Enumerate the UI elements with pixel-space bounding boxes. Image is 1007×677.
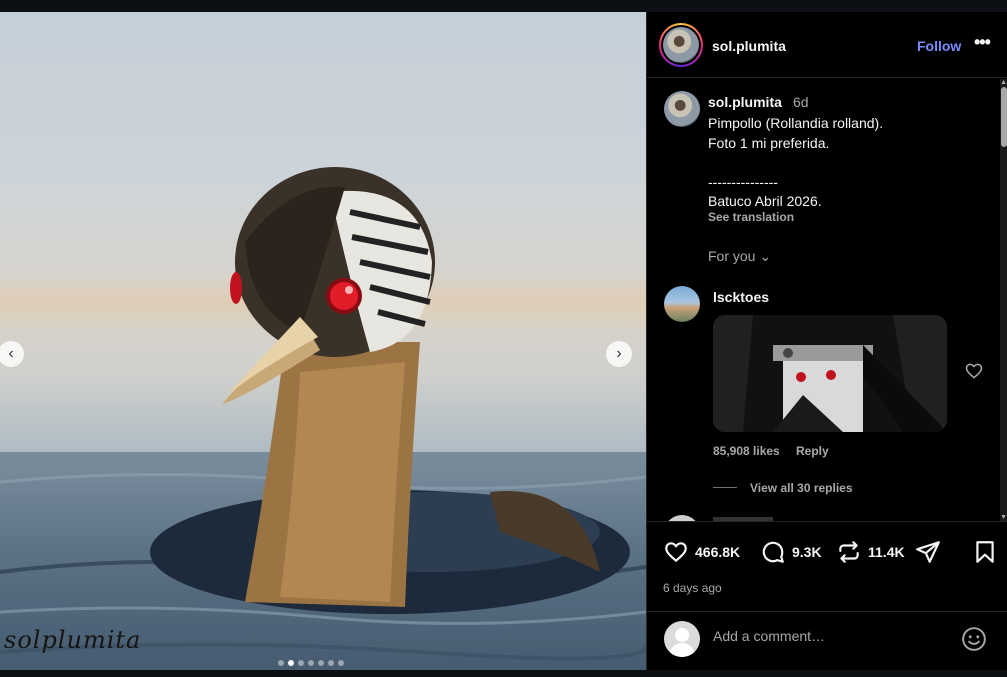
current-user-avatar bbox=[664, 621, 700, 657]
photo-watermark: solplumita bbox=[4, 626, 142, 654]
smiley-icon[interactable] bbox=[961, 626, 987, 652]
caption-username[interactable]: sol.plumita bbox=[708, 94, 782, 110]
scroll-up-icon[interactable]: ▲ bbox=[1000, 79, 1007, 86]
carousel-dot[interactable] bbox=[298, 660, 304, 666]
caption-line: Pimpollo (Rollandia rolland). bbox=[708, 115, 884, 131]
heart-icon bbox=[665, 542, 687, 563]
carousel-dot[interactable] bbox=[308, 660, 314, 666]
carousel-dot[interactable] bbox=[328, 660, 334, 666]
commenter-avatar[interactable] bbox=[664, 286, 700, 322]
share-button[interactable] bbox=[915, 539, 941, 565]
see-translation-link[interactable]: See translation bbox=[708, 210, 794, 224]
caption-time: 6d bbox=[793, 94, 809, 110]
caption-line: --------------- bbox=[708, 174, 778, 190]
comment-count: 9.3K bbox=[792, 544, 822, 560]
add-comment-bar bbox=[647, 611, 1007, 670]
author-username[interactable]: sol.plumita bbox=[712, 38, 786, 54]
post-actions: 466.8K 9.3K 11.4K 6 days ago bbox=[647, 521, 1007, 611]
comment-gif[interactable] bbox=[713, 315, 947, 432]
save-button[interactable] bbox=[972, 539, 998, 565]
bottom-strip bbox=[0, 670, 1007, 677]
bird-photo bbox=[0, 167, 646, 670]
more-options-icon[interactable]: ••• bbox=[974, 32, 991, 53]
view-replies-link[interactable]: View all 30 replies bbox=[750, 481, 853, 495]
carousel-dot[interactable] bbox=[338, 660, 344, 666]
like-count: 466.8K bbox=[695, 544, 741, 560]
chevron-down-icon: ⌄ bbox=[759, 248, 772, 264]
carousel-dot[interactable] bbox=[318, 660, 324, 666]
comment-like-heart-icon[interactable] bbox=[964, 361, 984, 381]
post-media[interactable]: ‹ › solplumita bbox=[0, 12, 646, 670]
caption-line: Batuco Abril 2026. bbox=[708, 193, 822, 209]
post-side-panel: sol.plumita Follow ••• sol.plumita 6d Pi… bbox=[646, 12, 1007, 670]
chevron-right-icon[interactable]: › bbox=[606, 341, 632, 367]
repost-button[interactable]: 11.4K bbox=[836, 539, 905, 565]
speech-bubble-icon bbox=[762, 541, 784, 563]
like-button[interactable]: 466.8K bbox=[663, 539, 740, 565]
comments-section[interactable]: sol.plumita 6d Pimpollo (Rollandia rolla… bbox=[647, 79, 1007, 521]
caption-line: Foto 1 mi preferida. bbox=[708, 135, 830, 151]
author-avatar[interactable] bbox=[659, 23, 703, 67]
comments-scrollbar[interactable]: ▲ ▼ bbox=[1000, 79, 1007, 521]
bookmark-icon bbox=[976, 541, 994, 563]
comment-likes[interactable]: 85,908 likes bbox=[713, 444, 780, 458]
scrollbar-thumb[interactable] bbox=[1001, 87, 1007, 147]
paper-plane-icon bbox=[916, 541, 940, 563]
anime-character-image bbox=[713, 315, 947, 432]
top-strip bbox=[0, 0, 1007, 12]
for-you-dropdown[interactable]: For you ⌄ bbox=[708, 248, 771, 265]
repost-count: 11.4K bbox=[868, 544, 905, 560]
commenter-username[interactable]: lscktoes bbox=[713, 289, 769, 305]
for-you-label: For you bbox=[708, 248, 756, 264]
caption-avatar[interactable] bbox=[664, 91, 700, 127]
comment-input[interactable] bbox=[713, 628, 933, 644]
carousel-dot[interactable] bbox=[278, 660, 284, 666]
carousel-dots bbox=[278, 660, 344, 666]
comment-reply-button[interactable]: Reply bbox=[796, 444, 829, 458]
scroll-down-icon[interactable]: ▼ bbox=[1000, 514, 1007, 521]
repost-icon bbox=[839, 541, 859, 563]
replies-divider bbox=[713, 487, 737, 488]
post-header: sol.plumita Follow ••• bbox=[647, 12, 1007, 78]
comment-button[interactable]: 9.3K bbox=[760, 539, 822, 565]
post-timestamp: 6 days ago bbox=[663, 581, 722, 595]
carousel-dot-active[interactable] bbox=[288, 660, 294, 666]
follow-button[interactable]: Follow bbox=[917, 38, 961, 54]
